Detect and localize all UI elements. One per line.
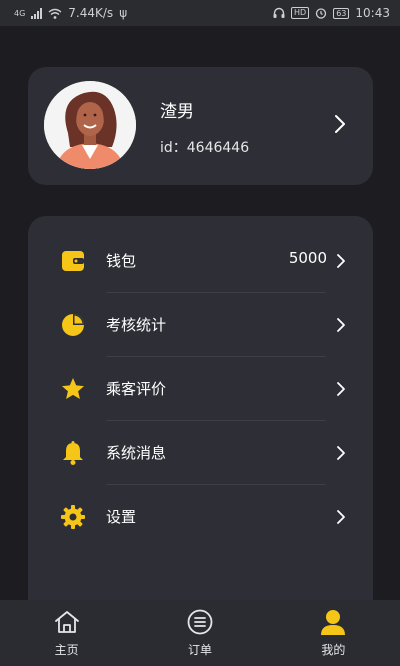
menu-item-settings[interactable]: 设置 xyxy=(28,485,373,549)
signal-icon xyxy=(31,7,43,19)
usb-icon: ψ xyxy=(119,6,128,20)
network-label: 4G xyxy=(14,8,26,18)
user-icon xyxy=(321,610,346,635)
wallet-balance: 5000 xyxy=(288,249,327,267)
profile-card[interactable]: 渣男 id：4646446 xyxy=(28,67,373,185)
menu-item-label: 乘客评价 xyxy=(106,380,167,398)
user-name: 渣男 xyxy=(160,102,194,122)
chevron-right-icon xyxy=(337,382,345,396)
wallet-icon xyxy=(62,251,84,271)
alarm-icon xyxy=(316,8,327,19)
wifi-icon xyxy=(48,8,62,19)
chevron-right-icon xyxy=(337,510,345,524)
user-id: id：4646446 xyxy=(160,140,250,156)
bell-icon xyxy=(63,441,83,465)
menu-item-label: 系统消息 xyxy=(106,444,167,462)
menu-item-system-messages[interactable]: 系统消息 xyxy=(28,421,373,485)
tab-label: 主页 xyxy=(54,643,79,657)
menu-item-passenger-reviews[interactable]: 乘客评价 xyxy=(28,357,373,421)
home-icon xyxy=(54,611,79,633)
avatar[interactable] xyxy=(44,81,136,169)
tab-label: 我的 xyxy=(321,643,346,657)
chevron-right-icon xyxy=(337,446,345,460)
status-right: HD 63 10:43 xyxy=(273,6,390,20)
bottom-tab-bar: 主页 订单 我的 xyxy=(0,600,400,666)
hd-badge: HD xyxy=(291,7,310,19)
chevron-right-icon xyxy=(337,318,345,332)
headphones-icon xyxy=(273,7,285,18)
pie-chart-icon xyxy=(62,314,84,336)
clock: 10:43 xyxy=(355,6,390,20)
tab-orders[interactable]: 订单 xyxy=(133,600,266,666)
status-bar: 4G 7.44K/s ψ HD 63 10:43 xyxy=(0,0,400,26)
menu-item-assessment[interactable]: 考核统计 xyxy=(28,293,373,357)
gear-icon xyxy=(61,505,85,529)
list-icon xyxy=(187,609,213,635)
menu-item-label: 考核统计 xyxy=(106,316,167,334)
status-left: 4G 7.44K/s ψ xyxy=(14,6,127,20)
menu-card: 钱包 5000 考核统计 乘客评价 系统消息 设置 xyxy=(28,216,373,616)
menu-item-label: 钱包 xyxy=(106,252,137,270)
menu-item-wallet[interactable]: 钱包 5000 xyxy=(28,229,373,293)
battery-level: 63 xyxy=(336,8,347,18)
menu-item-label: 设置 xyxy=(106,508,137,526)
chevron-right-icon xyxy=(337,254,345,268)
star-icon xyxy=(62,378,84,399)
network-speed: 7.44K/s xyxy=(68,6,114,20)
tab-me[interactable]: 我的 xyxy=(267,600,400,666)
tab-label: 订单 xyxy=(187,643,212,657)
tab-home[interactable]: 主页 xyxy=(0,600,133,666)
chevron-right-icon[interactable] xyxy=(333,113,347,135)
battery-icon: 63 xyxy=(333,7,350,19)
